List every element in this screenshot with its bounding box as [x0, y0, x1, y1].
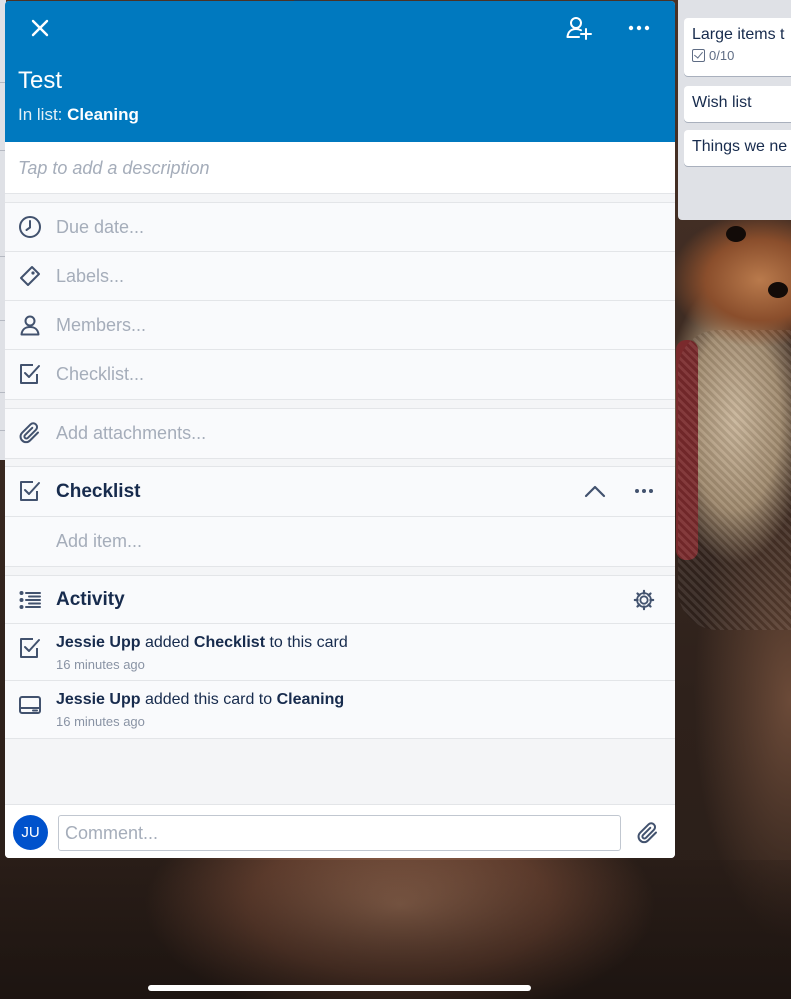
due-date-row[interactable]: Due date...	[5, 203, 675, 252]
card-detail-modal: Test In list: Cleaning Tap to add a desc…	[5, 1, 675, 858]
activity-suffix: to this card	[269, 634, 348, 651]
due-date-label: Due date...	[56, 217, 145, 237]
labels-label: Labels...	[56, 266, 125, 286]
comment-bar: JU	[5, 804, 675, 858]
chevron-up-icon	[584, 485, 606, 498]
card-list-info: In list: Cleaning	[18, 105, 139, 125]
list-card[interactable]: Wish list	[684, 86, 791, 122]
checklist-icon	[20, 638, 40, 658]
card-fields: Due date... Labels... Members... Checkli…	[5, 202, 675, 400]
activity-time: 16 minutes ago	[56, 714, 145, 729]
members-row[interactable]: Members...	[5, 301, 675, 350]
list-card-title: Large items t	[692, 26, 785, 43]
gear-icon	[633, 589, 655, 611]
activity-user[interactable]: Jessie Upp	[56, 634, 140, 651]
card-header: Test In list: Cleaning	[5, 1, 675, 142]
right-list-column: Large items t 0/10 Wish list Things we n…	[678, 0, 791, 220]
avatar[interactable]: JU	[13, 815, 48, 850]
activity-text: Jessie Upp added Checklist to this card	[56, 634, 348, 652]
dog-eye	[768, 282, 788, 298]
checkbox-icon	[20, 481, 40, 501]
activity-object[interactable]: Cleaning	[277, 691, 345, 708]
member-icon	[20, 315, 40, 336]
add-attachments-label: Add attachments...	[56, 423, 207, 443]
activity-item: Jessie Upp added Checklist to this card …	[5, 624, 675, 681]
background-blanket	[678, 330, 791, 630]
clock-icon	[19, 216, 41, 238]
checklist-title[interactable]: Checklist	[56, 481, 140, 503]
list-name[interactable]: Cleaning	[67, 105, 139, 124]
checklist-section: Checklist Add item...	[5, 466, 675, 567]
description-placeholder: Tap to add a description	[18, 158, 210, 178]
checklist-header: Checklist	[5, 467, 675, 517]
in-list-label: In list:	[18, 105, 63, 124]
add-member-icon	[566, 17, 592, 40]
card-title[interactable]: Test	[18, 67, 62, 95]
background-floor	[0, 860, 791, 999]
description-field[interactable]: Tap to add a description	[5, 142, 675, 194]
comment-input[interactable]	[58, 815, 621, 851]
list-card-title: Wish list	[692, 94, 752, 111]
dog-eye	[726, 226, 746, 242]
add-checklist-item-row[interactable]: Add item...	[5, 517, 675, 566]
activity-object: Checklist	[193, 634, 266, 651]
activity-header: Activity	[5, 576, 675, 624]
add-item-placeholder: Add item...	[56, 531, 143, 551]
activity-time: 16 minutes ago	[56, 657, 145, 672]
home-indicator[interactable]	[148, 985, 531, 991]
activity-user[interactable]: Jessie Upp	[56, 691, 140, 708]
add-attachments-row[interactable]: Add attachments...	[5, 409, 675, 458]
more-icon	[628, 25, 650, 31]
checklist-more-button[interactable]	[628, 475, 660, 507]
list-card-title: Things we ne	[692, 138, 788, 155]
paperclip-icon	[19, 422, 39, 444]
checklist-badge: 0/10	[692, 48, 791, 63]
activity-section: Activity Jessie Upp added Checklist to t…	[5, 575, 675, 739]
members-label: Members...	[56, 315, 147, 335]
card-icon	[19, 696, 41, 714]
list-card[interactable]: Large items t 0/10	[684, 18, 791, 76]
list-card[interactable]: Things we ne	[684, 130, 791, 166]
activity-item: Jessie Upp added this card to Cleaning 1…	[5, 681, 675, 738]
checklist-row[interactable]: Checklist...	[5, 350, 675, 399]
activity-settings-button[interactable]	[628, 584, 660, 616]
activity-verb: added this card to	[144, 691, 273, 708]
more-options-button[interactable]	[621, 10, 657, 46]
checkbox-icon	[692, 49, 705, 62]
checkbox-icon	[20, 364, 40, 384]
activity-list-icon	[19, 591, 41, 609]
close-button[interactable]	[22, 10, 58, 46]
activity-text: Jessie Upp added this card to Cleaning	[56, 691, 344, 709]
attachments-section: Add attachments...	[5, 408, 675, 459]
add-member-button[interactable]	[561, 10, 597, 46]
attach-button[interactable]	[632, 817, 664, 849]
checklist-label: Checklist...	[56, 364, 145, 384]
paperclip-icon	[637, 822, 657, 844]
checklist-badge-count: 0/10	[709, 48, 735, 63]
activity-title: Activity	[56, 589, 125, 610]
labels-row[interactable]: Labels...	[5, 252, 675, 301]
collapse-checklist-button[interactable]	[579, 475, 611, 507]
activity-verb: added	[144, 634, 190, 651]
more-icon	[635, 489, 653, 493]
label-tag-icon	[20, 266, 40, 286]
close-icon	[31, 19, 49, 37]
